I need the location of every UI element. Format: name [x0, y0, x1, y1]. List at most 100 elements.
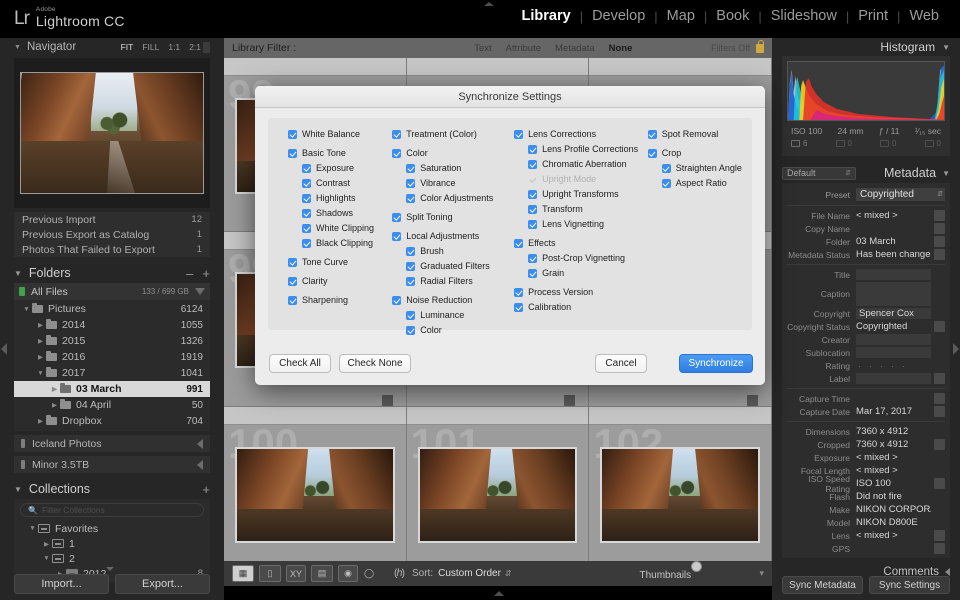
- checkbox-icon[interactable]: [528, 204, 538, 214]
- sync-option[interactable]: Split Toning: [392, 212, 514, 222]
- sync-option[interactable]: Post-Crop Vignetting: [514, 253, 648, 263]
- sync-option[interactable]: Local Adjustments: [392, 231, 514, 241]
- sync-option[interactable]: Sharpening: [288, 295, 392, 305]
- sync-option[interactable]: Clarity: [288, 276, 392, 286]
- checkbox-icon[interactable]: [288, 129, 297, 139]
- sync-option-label: Contrast: [316, 178, 351, 188]
- sync-option-label: Straighten Angle: [675, 163, 742, 173]
- sync-option[interactable]: Lens Profile Corrections: [514, 144, 648, 154]
- sync-option[interactable]: Basic Tone: [288, 148, 392, 158]
- sync-option[interactable]: Crop: [647, 148, 752, 158]
- sync-option[interactable]: Vibrance: [392, 178, 514, 188]
- checkbox-icon[interactable]: [302, 238, 311, 248]
- sync-option[interactable]: Black Clipping: [288, 238, 392, 248]
- sync-option[interactable]: Highlights: [288, 193, 392, 203]
- sync-option[interactable]: Lens Corrections: [514, 129, 648, 139]
- checkbox-icon[interactable]: [528, 268, 538, 278]
- checkbox-icon[interactable]: [528, 189, 538, 199]
- sync-option-label: Black Clipping: [316, 238, 374, 248]
- sync-option[interactable]: Luminance: [392, 310, 514, 320]
- sync-option-label: Shadows: [316, 208, 354, 218]
- sync-option-label: Lens Profile Corrections: [542, 144, 639, 154]
- sync-option[interactable]: Tone Curve: [288, 257, 392, 267]
- check-all-button[interactable]: Check All: [269, 354, 331, 373]
- sync-option-label: Crop: [661, 148, 682, 158]
- sync-option[interactable]: Spot Removal: [647, 129, 752, 139]
- checkbox-icon[interactable]: [514, 302, 524, 312]
- checkbox-icon[interactable]: [288, 148, 297, 158]
- checkbox-icon[interactable]: [406, 246, 416, 256]
- checkbox-icon[interactable]: [514, 287, 524, 297]
- checkbox-icon[interactable]: [528, 144, 538, 154]
- checkbox-icon: [528, 175, 537, 184]
- checkbox-icon[interactable]: [288, 276, 297, 286]
- synchronize-button[interactable]: Synchronize: [679, 354, 753, 373]
- sync-option[interactable]: Process Version: [514, 287, 648, 297]
- checkbox-icon[interactable]: [392, 231, 402, 241]
- checkbox-icon[interactable]: [406, 261, 416, 271]
- sync-option[interactable]: Aspect Ratio: [648, 178, 752, 188]
- sync-option[interactable]: White Clipping: [288, 223, 392, 233]
- sync-option-label: Highlights: [316, 193, 356, 203]
- sync-option[interactable]: Straighten Angle: [648, 163, 752, 173]
- checkbox-icon[interactable]: [288, 257, 297, 267]
- checkbox-icon[interactable]: [528, 159, 538, 169]
- checkbox-icon[interactable]: [661, 178, 671, 188]
- dialog-title: Synchronize Settings: [255, 86, 765, 108]
- sync-option[interactable]: Radial Filters: [392, 276, 514, 286]
- sync-option[interactable]: Chromatic Aberration: [514, 159, 648, 169]
- sync-option[interactable]: Effects: [514, 238, 648, 248]
- checkbox-icon[interactable]: [392, 212, 402, 222]
- sync-option[interactable]: Brush: [392, 246, 514, 256]
- sync-option[interactable]: Saturation: [392, 163, 514, 173]
- sync-option[interactable]: Color: [392, 325, 514, 335]
- checkbox-icon[interactable]: [302, 208, 311, 218]
- sync-option-label: Saturation: [420, 163, 462, 173]
- checkbox-icon[interactable]: [392, 129, 402, 139]
- checkbox-icon[interactable]: [406, 178, 416, 188]
- sync-option-label: Local Adjustments: [406, 231, 480, 241]
- sync-option-label: Effects: [528, 238, 556, 248]
- check-none-button[interactable]: Check None: [339, 354, 411, 373]
- sync-option[interactable]: Transform: [514, 204, 648, 214]
- sync-option[interactable]: Color Adjustments: [392, 193, 514, 203]
- checkbox-icon[interactable]: [528, 219, 538, 229]
- modal-overlay: Synchronize Settings White Balance Basic …: [0, 0, 960, 600]
- checkbox-icon[interactable]: [514, 238, 524, 248]
- dialog-column-1: White Balance Basic Tone Exposure Contrast H…: [288, 129, 392, 340]
- sync-option[interactable]: Lens Vignetting: [514, 219, 648, 229]
- checkbox-icon[interactable]: [528, 253, 538, 263]
- dialog-column-2: Treatment (Color) Color Saturation Vibrance…: [392, 129, 514, 340]
- checkbox-icon[interactable]: [302, 193, 311, 203]
- sync-option[interactable]: Contrast: [288, 178, 392, 188]
- checkbox-icon[interactable]: [647, 148, 657, 158]
- cancel-button[interactable]: Cancel: [595, 354, 647, 373]
- sync-option[interactable]: Noise Reduction: [392, 295, 514, 305]
- checkbox-icon[interactable]: [661, 163, 671, 173]
- sync-option[interactable]: Calibration: [514, 302, 648, 312]
- checkbox-icon[interactable]: [406, 325, 416, 335]
- sync-option[interactable]: Color: [392, 148, 514, 158]
- sync-option-label: Sharpening: [302, 295, 349, 305]
- sync-option-label: Color: [420, 325, 442, 335]
- sync-option[interactable]: Treatment (Color): [392, 129, 514, 139]
- sync-option[interactable]: Graduated Filters: [392, 261, 514, 271]
- sync-option-label: Treatment (Color): [406, 129, 477, 139]
- checkbox-icon[interactable]: [288, 295, 297, 305]
- checkbox-icon[interactable]: [406, 310, 416, 320]
- sync-option[interactable]: Shadows: [288, 208, 392, 218]
- checkbox-icon[interactable]: [406, 163, 416, 173]
- checkbox-icon[interactable]: [406, 276, 416, 286]
- sync-option[interactable]: Exposure: [288, 163, 392, 173]
- checkbox-icon[interactable]: [302, 178, 311, 188]
- checkbox-icon[interactable]: [302, 163, 311, 173]
- sync-option[interactable]: White Balance: [288, 129, 392, 139]
- checkbox-icon[interactable]: [514, 129, 524, 139]
- sync-option[interactable]: Upright Transforms: [514, 189, 648, 199]
- checkbox-icon[interactable]: [406, 193, 416, 203]
- checkbox-icon[interactable]: [647, 129, 657, 139]
- sync-option[interactable]: Grain: [514, 268, 648, 278]
- checkbox-icon[interactable]: [392, 295, 402, 305]
- checkbox-icon[interactable]: [302, 223, 311, 233]
- checkbox-icon[interactable]: [392, 148, 402, 158]
